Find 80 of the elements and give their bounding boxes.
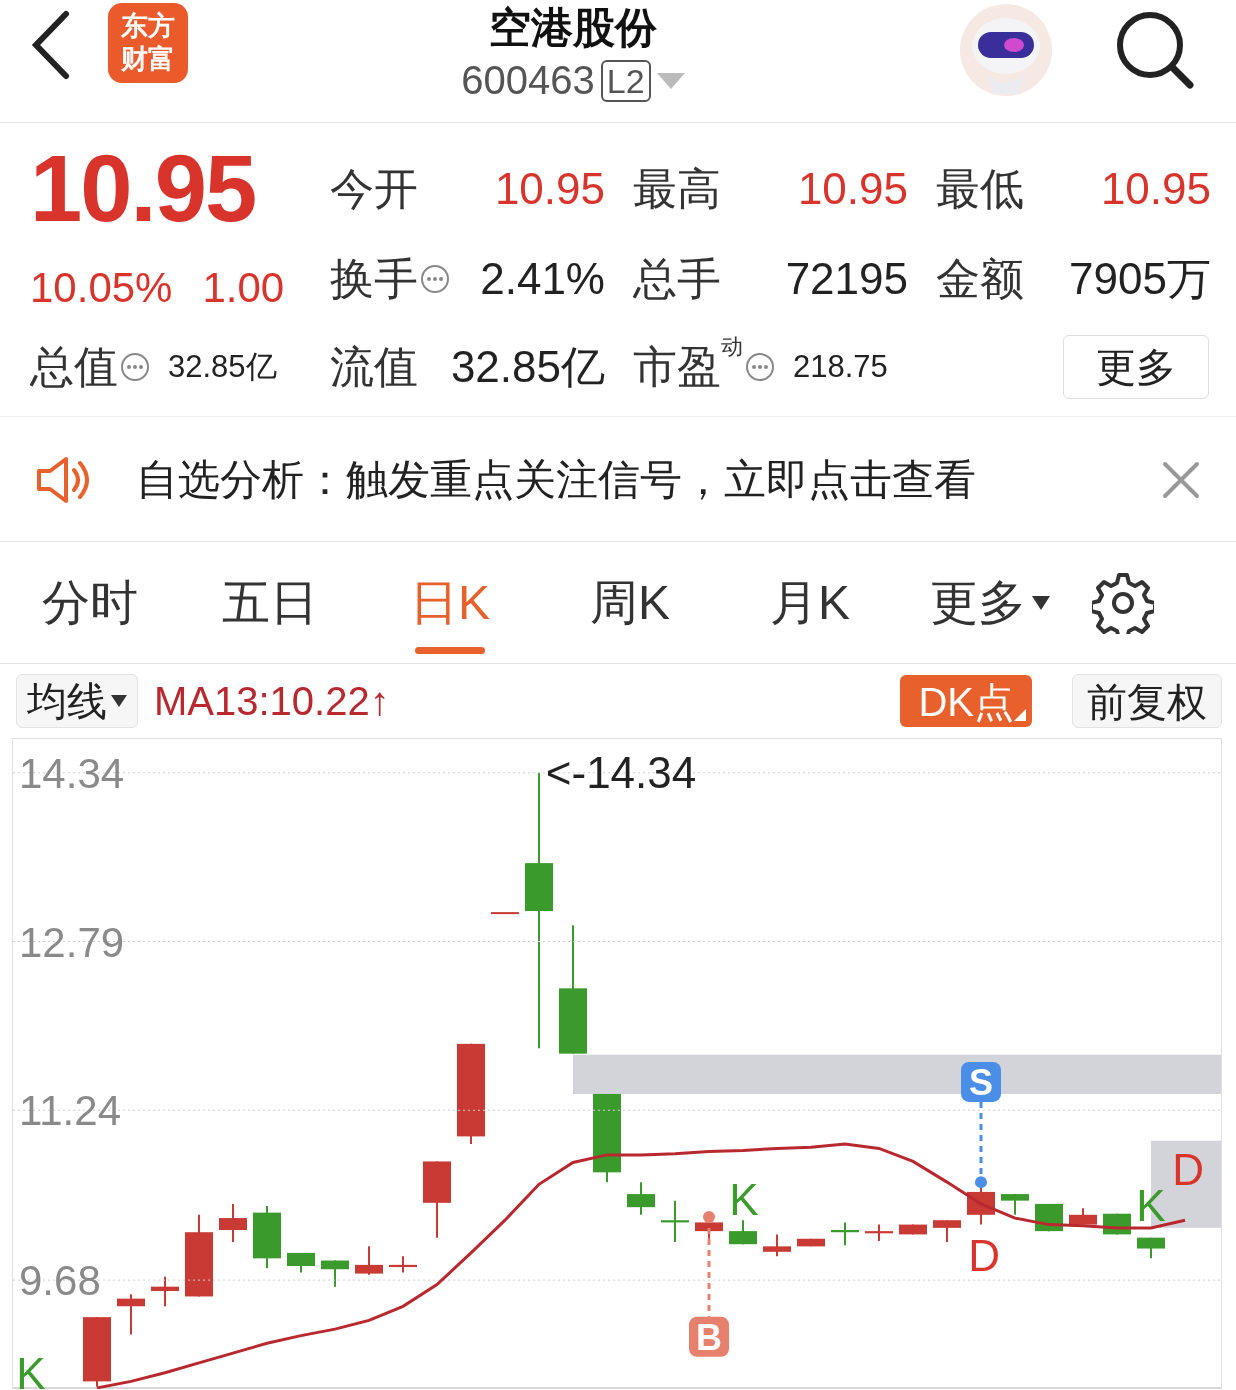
candle xyxy=(389,1255,417,1274)
candle xyxy=(627,1181,655,1216)
caret-icon xyxy=(111,695,127,707)
candle xyxy=(1103,1212,1131,1236)
high-price-label: <-14.34 xyxy=(545,747,697,797)
stat-label: 最高 xyxy=(633,162,721,215)
chart-tab[interactable]: 周K xyxy=(540,541,720,664)
current-price: 10.95 xyxy=(30,143,257,235)
stat-value: 10.95 xyxy=(494,164,605,214)
axis-label: 11.24 xyxy=(19,1087,121,1135)
signal-letter: D xyxy=(968,1231,1000,1281)
signal-letter: K xyxy=(1136,1181,1166,1231)
candle xyxy=(321,1259,349,1288)
candle xyxy=(1069,1207,1097,1226)
stat-value: 7905万 xyxy=(1069,252,1211,305)
stat-label: 金额 xyxy=(936,252,1024,305)
stat-label: 总值 xyxy=(30,340,118,393)
search-icon[interactable] xyxy=(1114,9,1196,91)
change-amount: 1.00 xyxy=(202,264,285,312)
tab-underline xyxy=(415,646,485,654)
more-button[interactable]: 更多 xyxy=(1063,335,1209,399)
change-percent: 10.05% xyxy=(30,264,173,312)
info-icon[interactable] xyxy=(745,352,775,382)
stat-label: 今开 xyxy=(330,162,418,215)
stock-name: 空港股份 xyxy=(489,4,657,52)
stat-label: 总手 xyxy=(633,252,721,305)
axis-label: 12.79 xyxy=(19,918,125,966)
candle xyxy=(661,1199,689,1243)
ma-reading: MA13:10.22↑ xyxy=(154,678,390,724)
stat-value: 10.95 xyxy=(1100,164,1211,214)
chart-tab[interactable]: 五日 xyxy=(180,541,360,664)
adjust-button[interactable]: 前复权 xyxy=(1072,674,1222,728)
stat-label: 最低 xyxy=(936,162,1024,215)
stat-value: 72195 xyxy=(785,254,908,304)
close-icon[interactable] xyxy=(1162,460,1200,499)
signal-letter: K xyxy=(729,1174,759,1224)
stat-value: 32.85亿 xyxy=(450,340,605,393)
corner-icon xyxy=(1014,709,1026,721)
robot-icon[interactable] xyxy=(958,2,1054,98)
signal-letter: D xyxy=(1172,1145,1204,1195)
info-icon[interactable] xyxy=(120,352,150,382)
candle xyxy=(899,1223,927,1236)
signal-letter: K xyxy=(16,1348,46,1389)
stat-label: 市盈$^{动}$ xyxy=(633,337,743,393)
stat-value: 2.41% xyxy=(480,254,605,304)
dropdown-icon[interactable] xyxy=(656,72,685,89)
candle xyxy=(355,1245,383,1276)
candle xyxy=(865,1223,893,1242)
stat-value: 10.95 xyxy=(797,164,908,214)
candle xyxy=(491,912,519,915)
indicator-dropdown[interactable]: 均线 xyxy=(16,674,138,728)
candle xyxy=(253,1205,281,1270)
stat-label: 流值 xyxy=(330,340,418,393)
candle xyxy=(151,1275,179,1308)
info-icon[interactable] xyxy=(420,264,450,294)
back-icon[interactable] xyxy=(30,10,70,80)
stock-code: 600463 xyxy=(461,58,595,103)
chart-tab[interactable]: 月K xyxy=(720,541,900,664)
candle xyxy=(763,1233,791,1258)
candle xyxy=(1137,1236,1165,1260)
stat-label: 换手 xyxy=(330,252,418,305)
candle xyxy=(287,1251,315,1274)
level-badge: L2 xyxy=(600,59,651,102)
chart-tab[interactable]: 分时 xyxy=(0,541,180,664)
candle xyxy=(117,1293,145,1336)
app-logo[interactable]: 东方 财富 xyxy=(108,3,188,83)
candle xyxy=(219,1202,247,1243)
candle xyxy=(1001,1193,1029,1216)
stat-value: 32.85亿 xyxy=(168,348,277,386)
candle xyxy=(831,1221,859,1247)
candle xyxy=(83,1316,111,1388)
stat-value: 218.75 xyxy=(793,349,888,385)
notice-text[interactable]: 自选分析：触发重点关注信号，立即点击查看 xyxy=(136,451,1162,508)
settings-icon[interactable] xyxy=(1092,571,1154,634)
axis-label: 9.68 xyxy=(19,1257,101,1305)
candle xyxy=(729,1219,757,1246)
candle xyxy=(933,1219,961,1243)
chart-tab[interactable]: 更多 xyxy=(900,541,1080,664)
candle xyxy=(797,1237,825,1248)
axis-label: 14.34 xyxy=(19,749,125,797)
